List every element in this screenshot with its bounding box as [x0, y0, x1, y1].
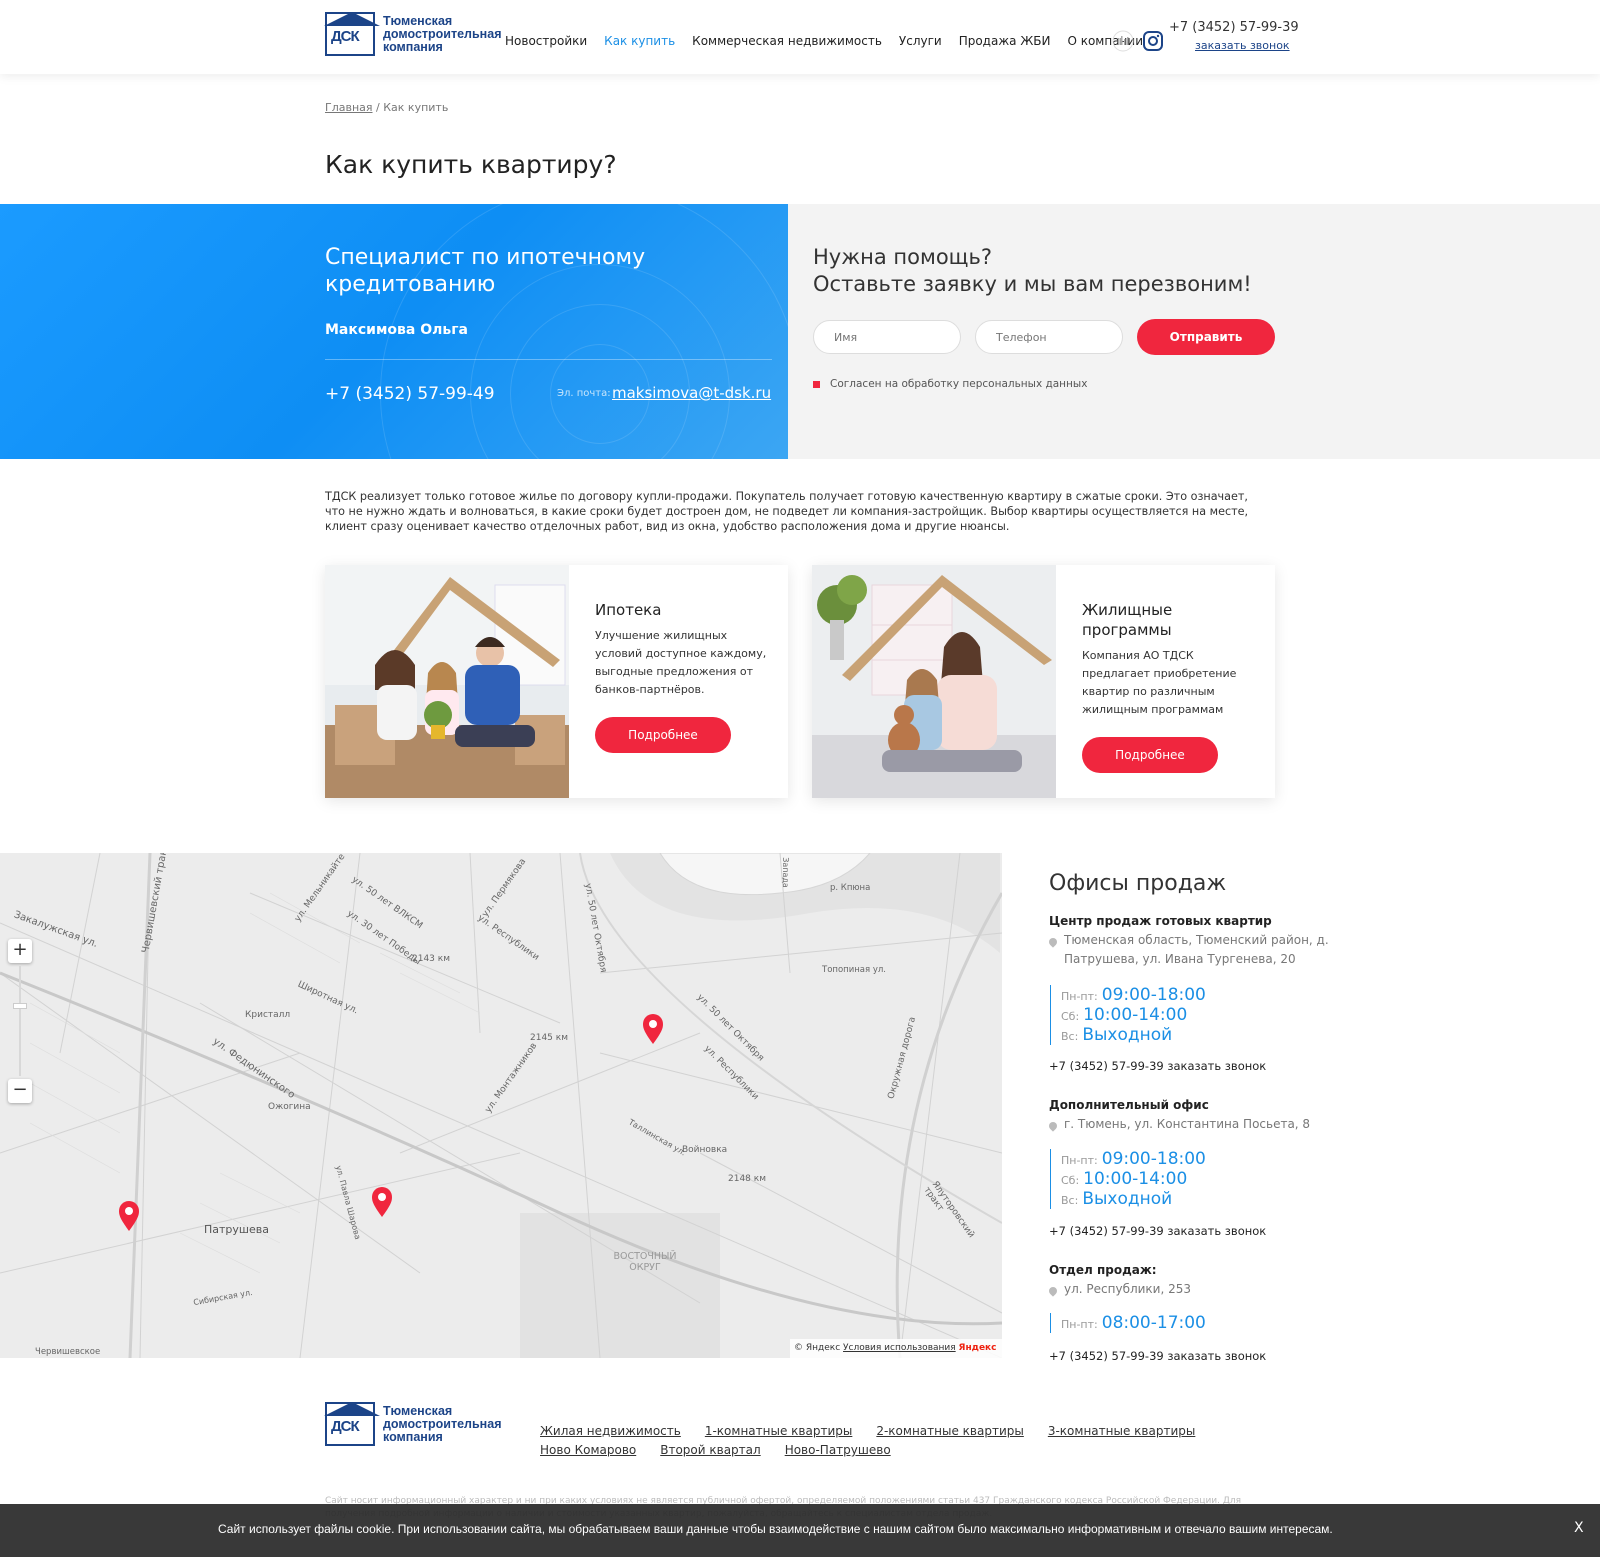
office-callback-link[interactable]: заказать звонок: [1167, 1059, 1266, 1073]
specialist-name: Максимова Ольга: [325, 322, 469, 338]
page-title: Как купить квартиру?: [325, 150, 617, 179]
cookie-banner: Сайт использует файлы cookie. При исполь…: [0, 1504, 1600, 1557]
specialist-email[interactable]: maksimova@t-dsk.ru: [612, 384, 771, 402]
office-name: Центр продаж готовых квартир: [1049, 914, 1272, 928]
family-photo-mortgage: [325, 565, 569, 798]
map-attribution: © Яндекс Условия использования Яндекс: [790, 1339, 1002, 1358]
breadcrumb-home[interactable]: Главная: [325, 101, 373, 114]
office-name: Отдел продаж:: [1049, 1263, 1157, 1277]
card-title-programs: Жилищные программы: [1082, 601, 1173, 639]
header-logo[interactable]: ДСК Тюменская домостроительная компания: [324, 12, 502, 56]
card-text-mortgage: Улучшение жилищных условий доступное каж…: [595, 629, 767, 696]
map-pin-icon[interactable]: [370, 1186, 394, 1222]
footer-link[interactable]: Жилая недвижимость: [540, 1424, 681, 1438]
housing-programs-card: Жилищные программы Компания АО ТДСК пред…: [812, 565, 1275, 798]
office-schedule: Пн-пт: 09:00-18:00 Сб: 10:00-14:00 Вс: Выхо…: [1050, 985, 1206, 1045]
more-button-programs[interactable]: Подробнее: [1082, 737, 1218, 773]
header-callback-link[interactable]: заказать звонок: [1195, 39, 1290, 52]
card-title-mortgage: Ипотека: [595, 601, 662, 619]
map-label: Червишевское: [35, 1347, 101, 1357]
office-phone[interactable]: +7 (3452) 57-99-39: [1049, 1059, 1164, 1073]
map-label: Кристалл: [245, 1010, 291, 1020]
specialist-divider: [325, 359, 772, 360]
nav-novostroiki[interactable]: Новостройки: [505, 34, 587, 48]
specialist-title: Специалист по ипотечному кредитованию: [325, 245, 646, 297]
map-pin-icon[interactable]: [641, 1013, 665, 1049]
nav-how-to-buy[interactable]: Как купить: [604, 34, 675, 48]
map-label: Восточный округ: [613, 1251, 677, 1273]
offices-title: Офисы продаж: [1049, 871, 1227, 896]
main-nav: Новостройки Как купить Коммерческая недв…: [505, 34, 1160, 48]
accessibility-chart-icon[interactable]: [1112, 30, 1134, 52]
name-input[interactable]: [813, 320, 961, 354]
consent-label: Согласен на обработку персональных данны…: [830, 378, 1088, 390]
zoom-out-button[interactable]: −: [8, 1079, 32, 1103]
office-schedule: Пн-пт: 08:00-17:00: [1050, 1313, 1206, 1333]
office-phone[interactable]: +7 (3452) 57-99-39: [1049, 1224, 1164, 1238]
mortgage-card: Ипотека Улучшение жилищных условий досту…: [325, 565, 788, 798]
office-phone-row: +7 (3452) 57-99-39 заказать звонок: [1049, 1224, 1266, 1238]
office-name: Дополнительный офис: [1049, 1098, 1209, 1112]
submit-button[interactable]: Отправить: [1137, 319, 1275, 355]
zoom-in-button[interactable]: +: [8, 939, 32, 963]
map-pin-icon[interactable]: [117, 1200, 141, 1236]
footer-link[interactable]: Ново-Патрушево: [785, 1443, 891, 1457]
office-address: Тюменская область, Тюменский район, д. П…: [1064, 933, 1329, 966]
more-button-mortgage[interactable]: Подробнее: [595, 717, 731, 753]
callback-form-title: Нужна помощь? Оставьте заявку и мы вам п…: [813, 245, 1252, 296]
zoom-slider[interactable]: [19, 966, 21, 1076]
footer-logo[interactable]: ДСК Тюменская домостроительная компания: [324, 1402, 502, 1446]
office-phone-row: +7 (3452) 57-99-39 заказать звонок: [1049, 1059, 1266, 1073]
map-label: Запада: [780, 857, 790, 888]
instagram-icon[interactable]: [1142, 30, 1164, 52]
close-icon[interactable]: X: [1574, 1520, 1584, 1536]
footer-link[interactable]: Второй квартал: [660, 1443, 760, 1457]
footer-link[interactable]: 3-комнатные квартиры: [1048, 1424, 1196, 1438]
phone-input[interactable]: [975, 320, 1123, 354]
office-phone-row: +7 (3452) 57-99-39 заказать звонок: [1049, 1349, 1266, 1363]
footer-link[interactable]: Ново Комарово: [540, 1443, 636, 1457]
office-callback-link[interactable]: заказать звонок: [1167, 1224, 1266, 1238]
nav-commercial[interactable]: Коммерческая недвижимость: [692, 34, 882, 48]
card-text-programs: Компания АО ТДСК предлагает приобретение…: [1082, 649, 1237, 716]
map-label: Топопиная ул.: [822, 965, 886, 975]
logo-text: Тюменская домостроительная компания: [383, 13, 502, 54]
nav-zhbi[interactable]: Продажа ЖБИ: [959, 34, 1051, 48]
yandex-logo: Яндекс: [958, 1343, 997, 1353]
map-label: 2148 км: [728, 1174, 766, 1184]
office-callback-link[interactable]: заказать звонок: [1167, 1349, 1266, 1363]
office-schedule: Пн-пт: 09:00-18:00 Сб: 10:00-14:00 Вс: Выхо…: [1050, 1149, 1206, 1209]
breadcrumb-current: Как купить: [383, 101, 449, 114]
office-phone[interactable]: +7 (3452) 57-99-39: [1049, 1349, 1164, 1363]
map-label: р. Кпюна: [830, 883, 871, 893]
specialist-phone[interactable]: +7 (3452) 57-99-49: [325, 384, 495, 404]
footer-link[interactable]: 2-комнатные квартиры: [876, 1424, 1024, 1438]
checkbox-checked-icon[interactable]: [813, 380, 820, 388]
footer-link[interactable]: 1-комнатные квартиры: [705, 1424, 853, 1438]
breadcrumb: Главная / Как купить: [325, 101, 448, 114]
offices-map[interactable]: Закалужская ул. Червишевский тракт ул. М…: [0, 853, 1002, 1358]
map-label: Ожогина: [268, 1102, 311, 1112]
consent-checkbox[interactable]: Согласен на обработку персональных данны…: [813, 378, 1087, 390]
email-label: Эл. почта:: [557, 388, 611, 399]
map-label: 2145 км: [530, 1033, 568, 1043]
nav-services[interactable]: Услуги: [899, 34, 942, 48]
footer-links: Жилая недвижимость 1-комнатные квартиры 2-…: [540, 1422, 1220, 1460]
breadcrumb-separator: /: [376, 101, 380, 114]
office-address: ул. Республики, 253: [1064, 1282, 1192, 1296]
map-terms-link[interactable]: Условия использования: [843, 1343, 956, 1353]
map-label: Патрушева: [204, 1223, 269, 1236]
map-label: Войновка: [682, 1145, 728, 1155]
office-address: г. Тюмень, ул. Константина Посьета, 8: [1064, 1117, 1311, 1131]
logo-mark-icon: ДСК: [324, 12, 380, 56]
logo-mark-icon: ДСК: [324, 1402, 380, 1446]
zoom-slider-handle[interactable]: [13, 1003, 27, 1009]
header-phone[interactable]: +7 (3452) 57-99-39: [1169, 20, 1299, 35]
intro-text: ТДСК реализует только готовое жилье по д…: [325, 490, 1249, 533]
site-header: ДСК Тюменская домостроительная компания …: [0, 0, 1600, 74]
cookie-text: Сайт использует файлы cookie. При исполь…: [218, 1522, 1333, 1536]
family-photo-programs: [812, 565, 1056, 798]
map-label: 2143 км: [412, 954, 450, 964]
logo-text: Тюменская домостроительная компания: [383, 1403, 502, 1444]
